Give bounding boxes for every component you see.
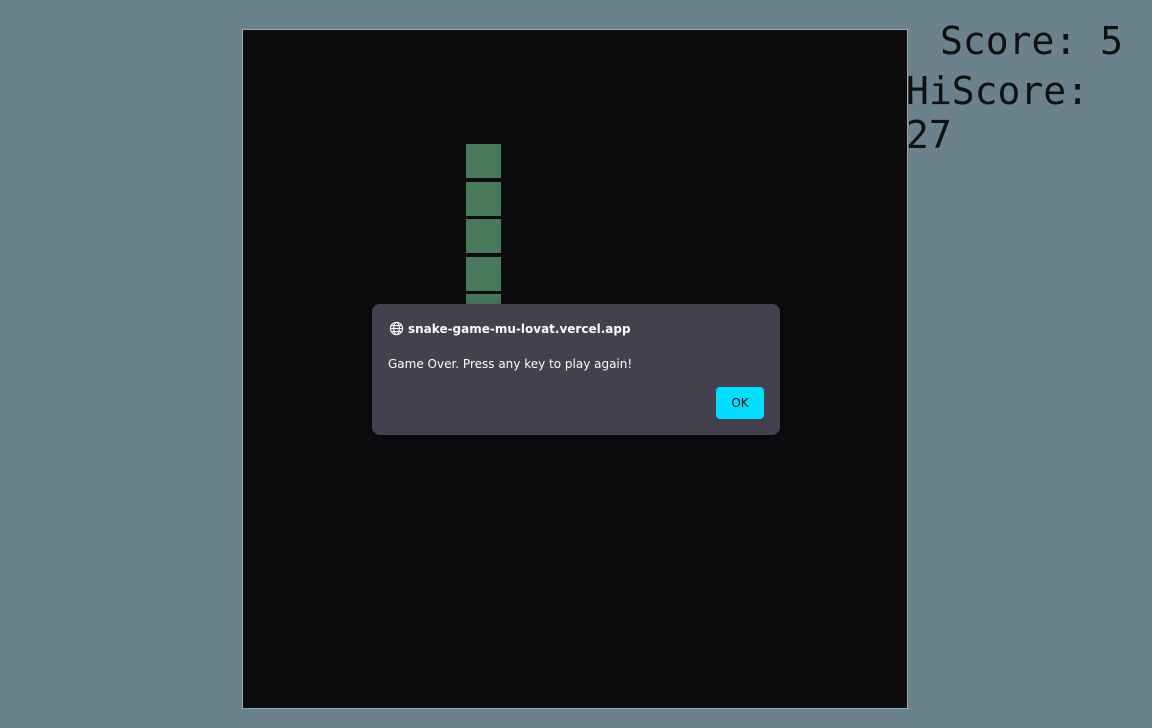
- snake-segment: [466, 219, 501, 254]
- alert-dialog: snake-game-mu-lovat.vercel.app Game Over…: [372, 304, 780, 435]
- globe-icon: [389, 321, 404, 336]
- snake-segment: [466, 144, 501, 179]
- ok-button[interactable]: OK: [716, 387, 764, 419]
- snake-segment: [466, 257, 501, 292]
- dialog-origin: snake-game-mu-lovat.vercel.app: [389, 321, 631, 336]
- dialog-origin-text: snake-game-mu-lovat.vercel.app: [408, 321, 631, 336]
- dialog-message: Game Over. Press any key to play again!: [388, 357, 633, 371]
- hiscore-display: HiScore: 27: [906, 69, 1090, 157]
- snake-segment: [466, 182, 501, 217]
- score-display: Score: 5: [940, 19, 1124, 63]
